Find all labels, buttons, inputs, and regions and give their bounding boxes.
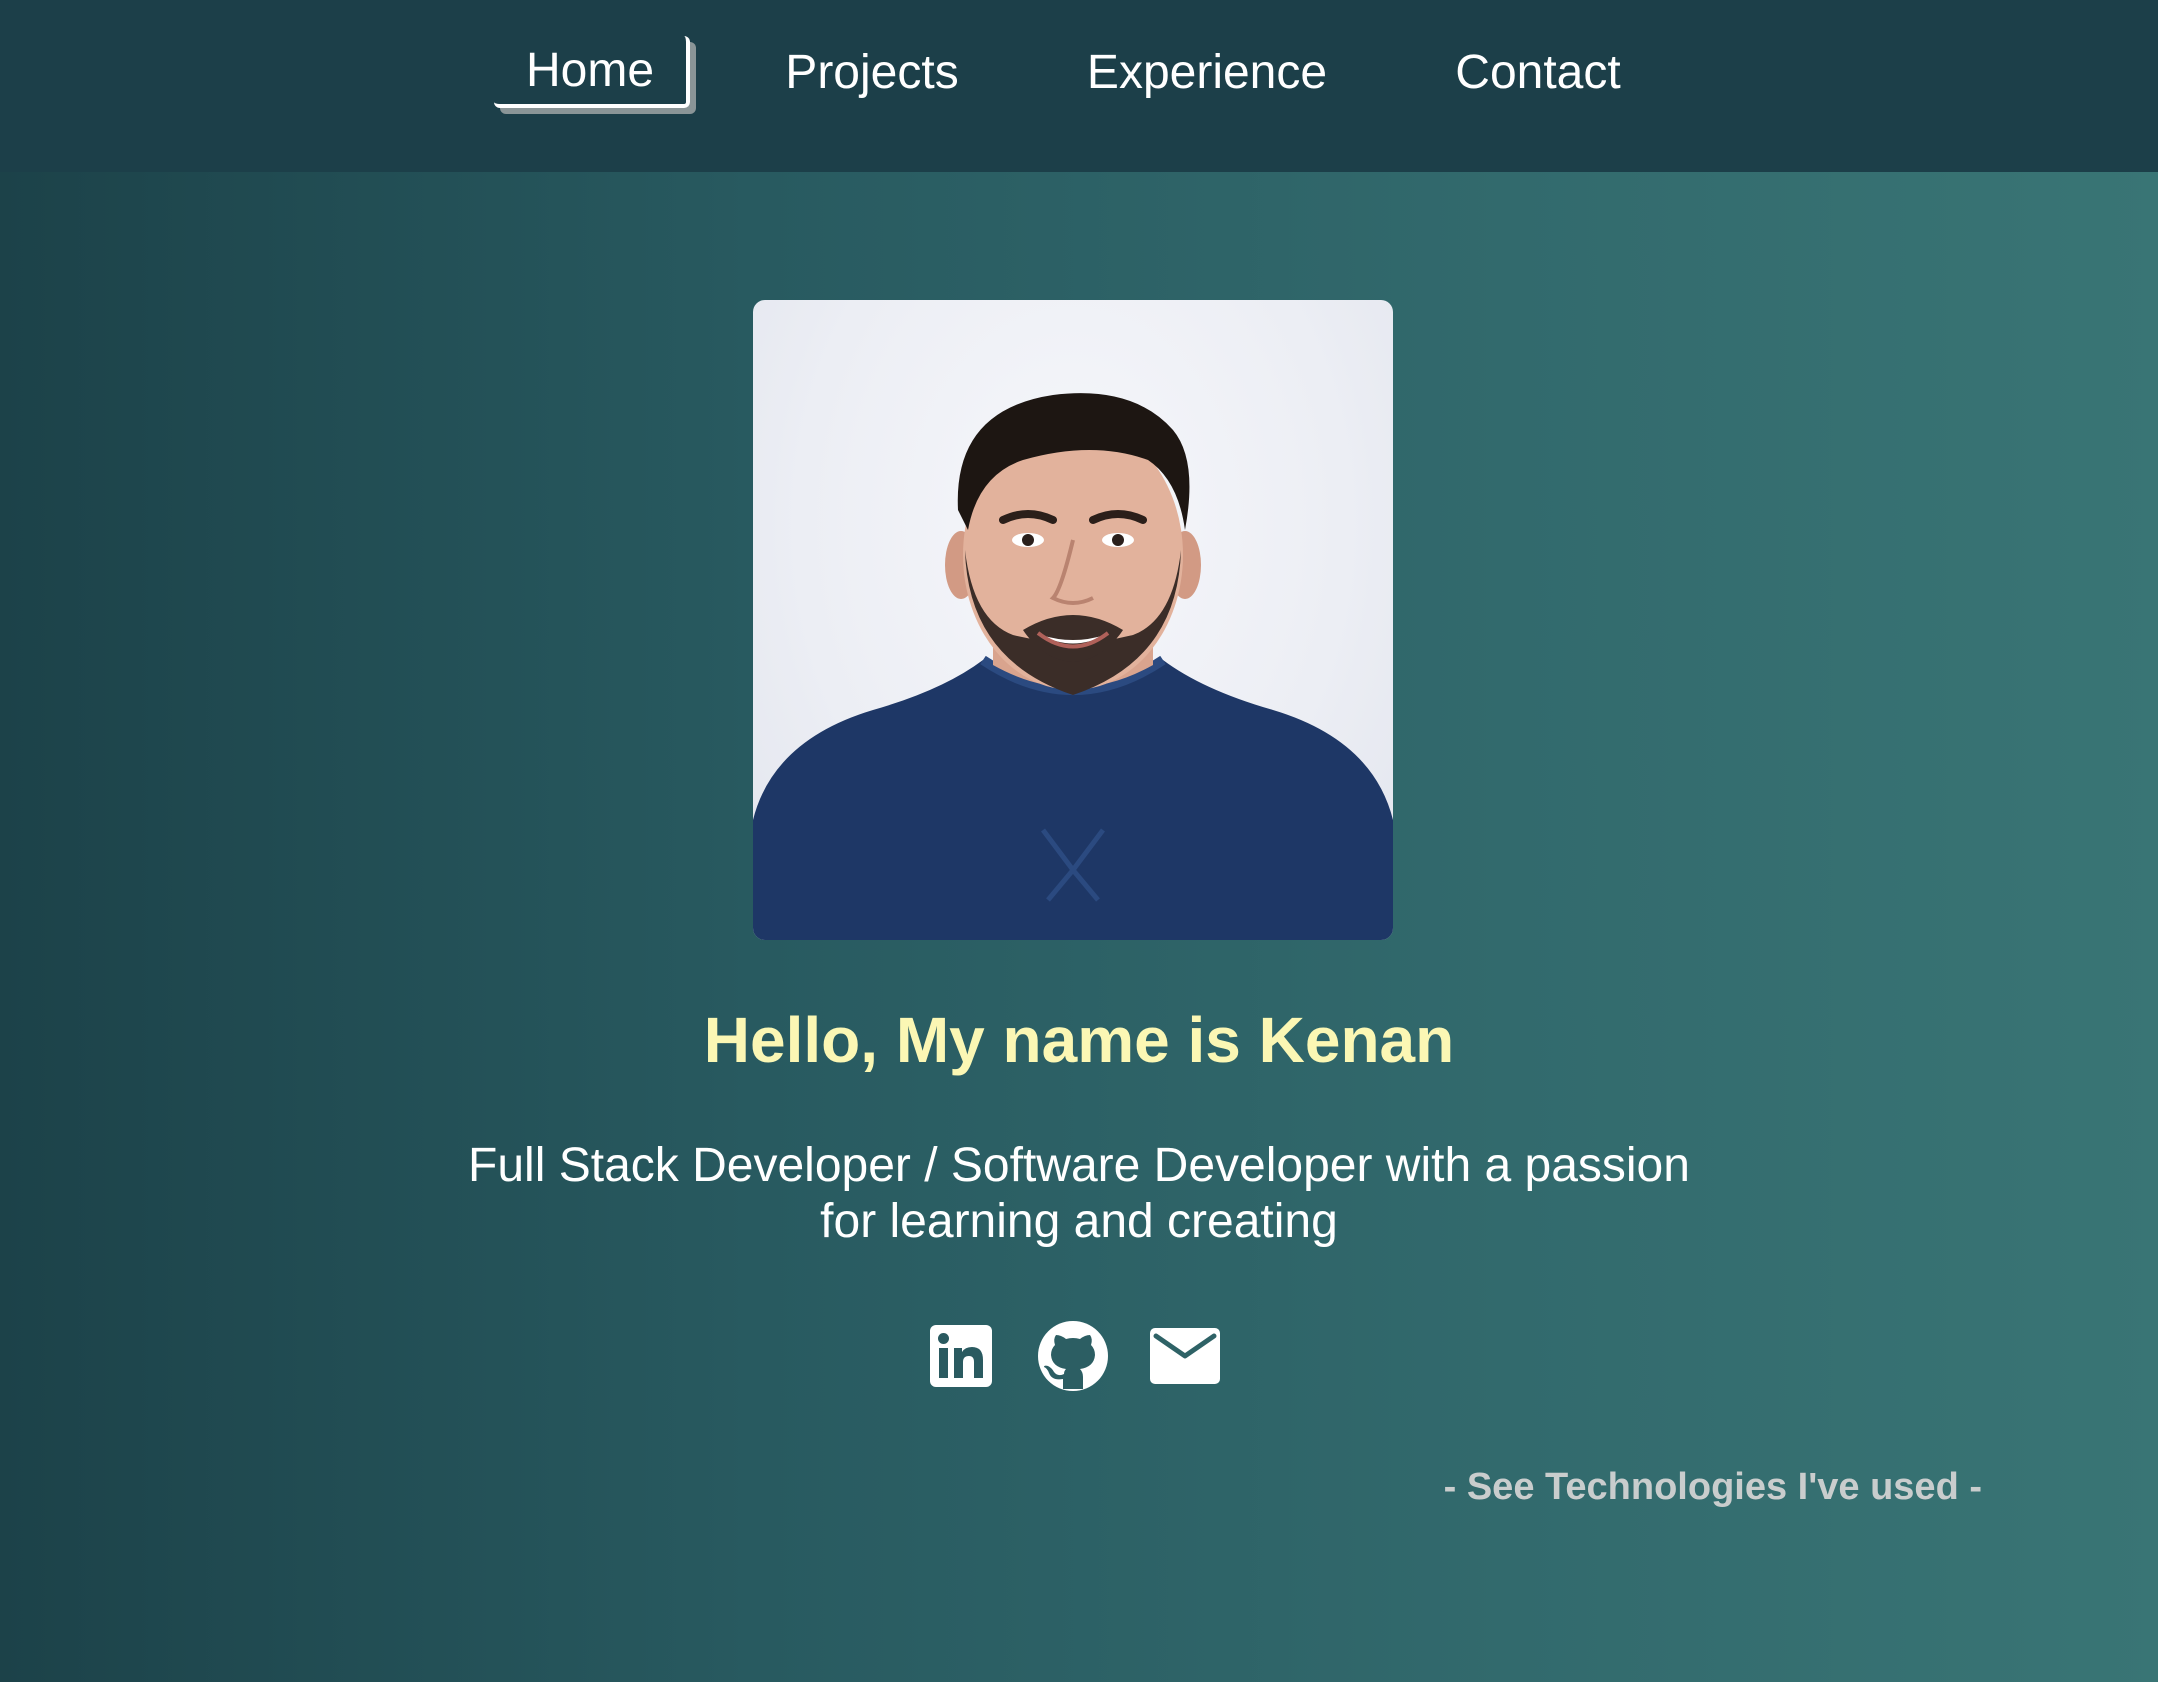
see-technologies-link[interactable]: - See Technologies I've used - [1444,1466,1982,1509]
linkedin-link[interactable] [921,1316,1001,1396]
email-icon [1150,1328,1220,1384]
tagline-line-1: Full Stack Developer / Software Develope… [468,1139,1690,1192]
profile-photo [753,300,1393,940]
greeting-heading: Hello, My name is Kenan [703,1004,1455,1076]
nav-home[interactable]: Home [494,36,690,108]
social-links [0,1316,2158,1396]
tagline-line-2: for learning and creating [820,1195,1338,1248]
github-link[interactable] [1033,1316,1113,1396]
nav-projects[interactable]: Projects [760,36,984,108]
nav-contact[interactable]: Contact [1428,36,1648,108]
main-nav: Home Projects Experience Contact [0,0,2158,172]
email-link[interactable] [1145,1316,1225,1396]
tagline: Full Stack Developer / Software Develope… [429,1138,1729,1250]
github-icon [1038,1321,1108,1391]
linkedin-icon [930,1325,992,1387]
nav-experience[interactable]: Experience [1074,36,1340,108]
